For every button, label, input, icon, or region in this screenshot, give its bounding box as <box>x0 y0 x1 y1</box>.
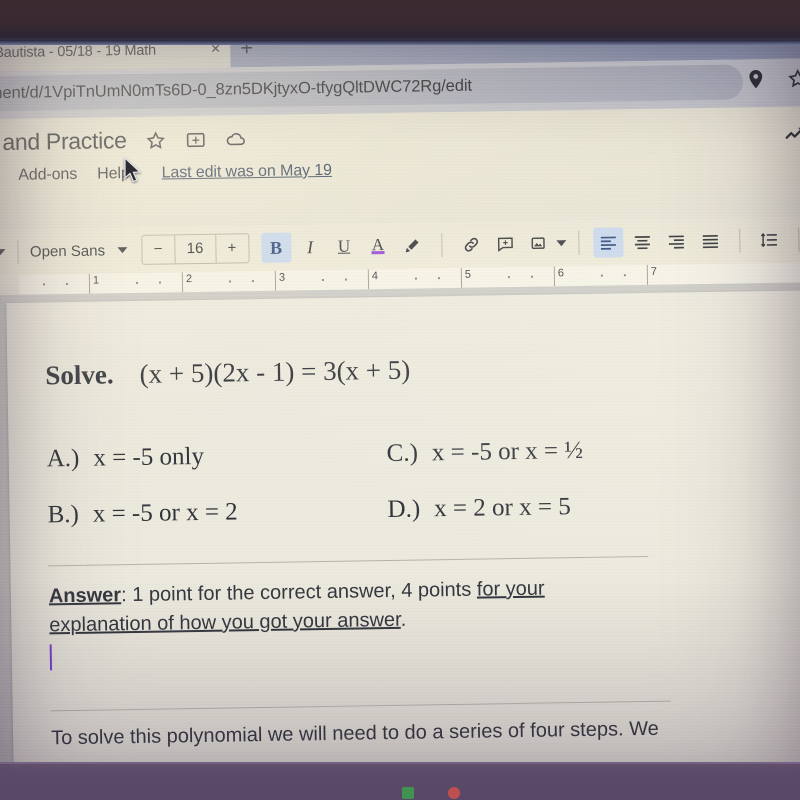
answer-text-end: . <box>400 608 407 631</box>
ruler-number: 3 <box>278 271 286 284</box>
omnibox-icon-group <box>745 66 800 92</box>
choice-c-label: C.) <box>386 439 419 468</box>
dock-icon <box>402 787 414 799</box>
move-to-folder-icon[interactable] <box>184 128 206 150</box>
choice-b-label: B.) <box>47 500 80 529</box>
italic-button[interactable]: I <box>295 232 325 262</box>
chevron-down-icon <box>116 247 128 254</box>
document-title-row: 9 Math and Practice <box>0 125 247 157</box>
screen-bezel-bottom <box>0 762 800 800</box>
ruler-number: 5 <box>464 268 472 281</box>
choice-a-text: x = -5 only <box>93 442 205 472</box>
align-right-icon[interactable] <box>661 226 691 256</box>
choice-b-text: x = -5 or x = 2 <box>92 498 238 528</box>
bold-label: B <box>269 237 283 258</box>
choice-row: B.) x = -5 or x = 2 D.) x = 2 or x = 5 <box>47 490 781 530</box>
add-comment-icon[interactable] <box>490 229 520 259</box>
choice-a-label: A.) <box>46 444 80 473</box>
font-size-decrease-button[interactable]: − <box>142 235 174 263</box>
answer-text: : 1 point for the correct answer, 4 poin… <box>120 578 477 607</box>
text-cursor <box>49 644 53 671</box>
choice-d-text: x = 2 or x = 5 <box>433 493 571 523</box>
document-content[interactable]: Solve. (x + 5)(2x - 1) = 3(x + 5) A.) x = … <box>45 349 785 750</box>
font-family-dropdown[interactable]: Open Sans <box>29 241 128 261</box>
choice-d: D.) x = 2 or x = 5 <box>387 491 727 524</box>
document-page[interactable]: Solve. (x + 5)(2x - 1) = 3(x + 5) A.) x = … <box>6 290 800 792</box>
toolbar-divider <box>738 228 741 253</box>
menu-item-help[interactable]: Help <box>97 165 130 184</box>
font-size-stepper[interactable]: − 16 + <box>140 233 250 265</box>
chevron-down-icon <box>0 249 6 256</box>
cloud-saved-icon[interactable] <box>224 128 246 150</box>
line-spacing-icon[interactable] <box>754 225 784 255</box>
align-left-icon[interactable] <box>592 227 624 258</box>
choice-c-text: x = -5 or x = ½ <box>431 436 584 467</box>
question-equation: (x + 5)(2x - 1) = 3(x + 5) <box>139 354 411 389</box>
italic-label: I <box>306 236 314 257</box>
bold-button[interactable]: B <box>260 232 292 263</box>
highlight-pen-icon[interactable] <box>397 230 427 260</box>
dock-icon <box>448 787 460 799</box>
section-divider <box>48 555 649 567</box>
font-size-value[interactable]: 16 <box>173 234 217 264</box>
choice-d-label: D.) <box>387 495 421 524</box>
font-size-increase-button[interactable]: + <box>216 234 248 262</box>
paragraph-style-dropdown[interactable]: rmal text <box>0 244 6 262</box>
ruler-number: 7 <box>650 265 658 278</box>
choice-a: A.) x = -5 only <box>47 440 387 473</box>
align-justify-icon[interactable] <box>695 226 725 256</box>
docs-header-right-icons <box>784 122 800 147</box>
document-title[interactable]: 9 Math and Practice <box>0 127 127 157</box>
underline-label: U <box>337 236 351 256</box>
choice-row: A.) x = -5 only C.) x = -5 or x = ½ <box>47 434 781 474</box>
answer-instructions: Answer: 1 point for the correct answer, … <box>48 573 650 671</box>
answer-label: Answer <box>48 584 122 608</box>
last-edit-link[interactable]: Last edit was on May 19 <box>162 162 333 183</box>
link-icon[interactable] <box>456 229 486 259</box>
question-label: Solve. <box>45 359 114 391</box>
choice-b: B.) x = -5 or x = 2 <box>47 496 387 529</box>
ruler-number: 6 <box>557 267 565 280</box>
toolbar-divider <box>440 233 443 258</box>
photo-of-laptop-screen: Eddie Bautista - 05/18 - 19 Math × + /do… <box>0 0 800 800</box>
toolbar-divider <box>577 230 580 256</box>
bookmark-star-icon[interactable] <box>787 66 800 90</box>
screen-bezel-top <box>0 0 800 45</box>
section-divider <box>50 700 671 712</box>
document-canvas[interactable]: Solve. (x + 5)(2x - 1) = 3(x + 5) A.) x = … <box>0 281 800 792</box>
insert-image-icon[interactable] <box>524 228 554 258</box>
ruler-number: 2 <box>185 273 193 286</box>
toolbar-divider <box>16 239 19 264</box>
text-color-label: A <box>371 235 385 255</box>
browser-window: Eddie Bautista - 05/18 - 19 Math × + /do… <box>0 17 800 792</box>
docs-header: 9 Math and Practice at Tools Add-ons Hel… <box>0 105 800 230</box>
ruler-number: 1 <box>92 274 100 287</box>
location-pin-icon[interactable] <box>745 67 767 91</box>
toolbar-divider <box>797 227 800 252</box>
docs-menu-bar: at Tools Add-ons Help Last edit was on M… <box>0 162 332 186</box>
answer-choices: A.) x = -5 only C.) x = -5 or x = ½ B.) x =… <box>47 434 782 530</box>
choice-c: C.) x = -5 or x = ½ <box>386 435 726 468</box>
align-center-icon[interactable] <box>627 227 657 257</box>
explanation-text: To solve this polynomial we will need to… <box>50 717 659 750</box>
text-color-button[interactable]: A <box>363 231 393 261</box>
font-family-label: Open Sans <box>29 241 106 261</box>
trending-up-icon[interactable] <box>784 122 800 146</box>
menu-item-add-ons[interactable]: Add-ons <box>18 166 77 185</box>
ruler-number: 4 <box>371 270 379 283</box>
address-bar[interactable]: /document/d/1VpiTnUmN0mTs6D-0_8zn5DKjtyx… <box>0 64 744 113</box>
question-line: Solve. (x + 5)(2x - 1) = 3(x + 5) <box>45 349 779 392</box>
chevron-down-icon[interactable] <box>555 240 567 247</box>
url-text: /document/d/1VpiTnUmN0mTs6D-0_8zn5DKjtyx… <box>0 76 473 103</box>
star-icon[interactable] <box>144 129 166 151</box>
underline-button[interactable]: U <box>329 231 359 261</box>
